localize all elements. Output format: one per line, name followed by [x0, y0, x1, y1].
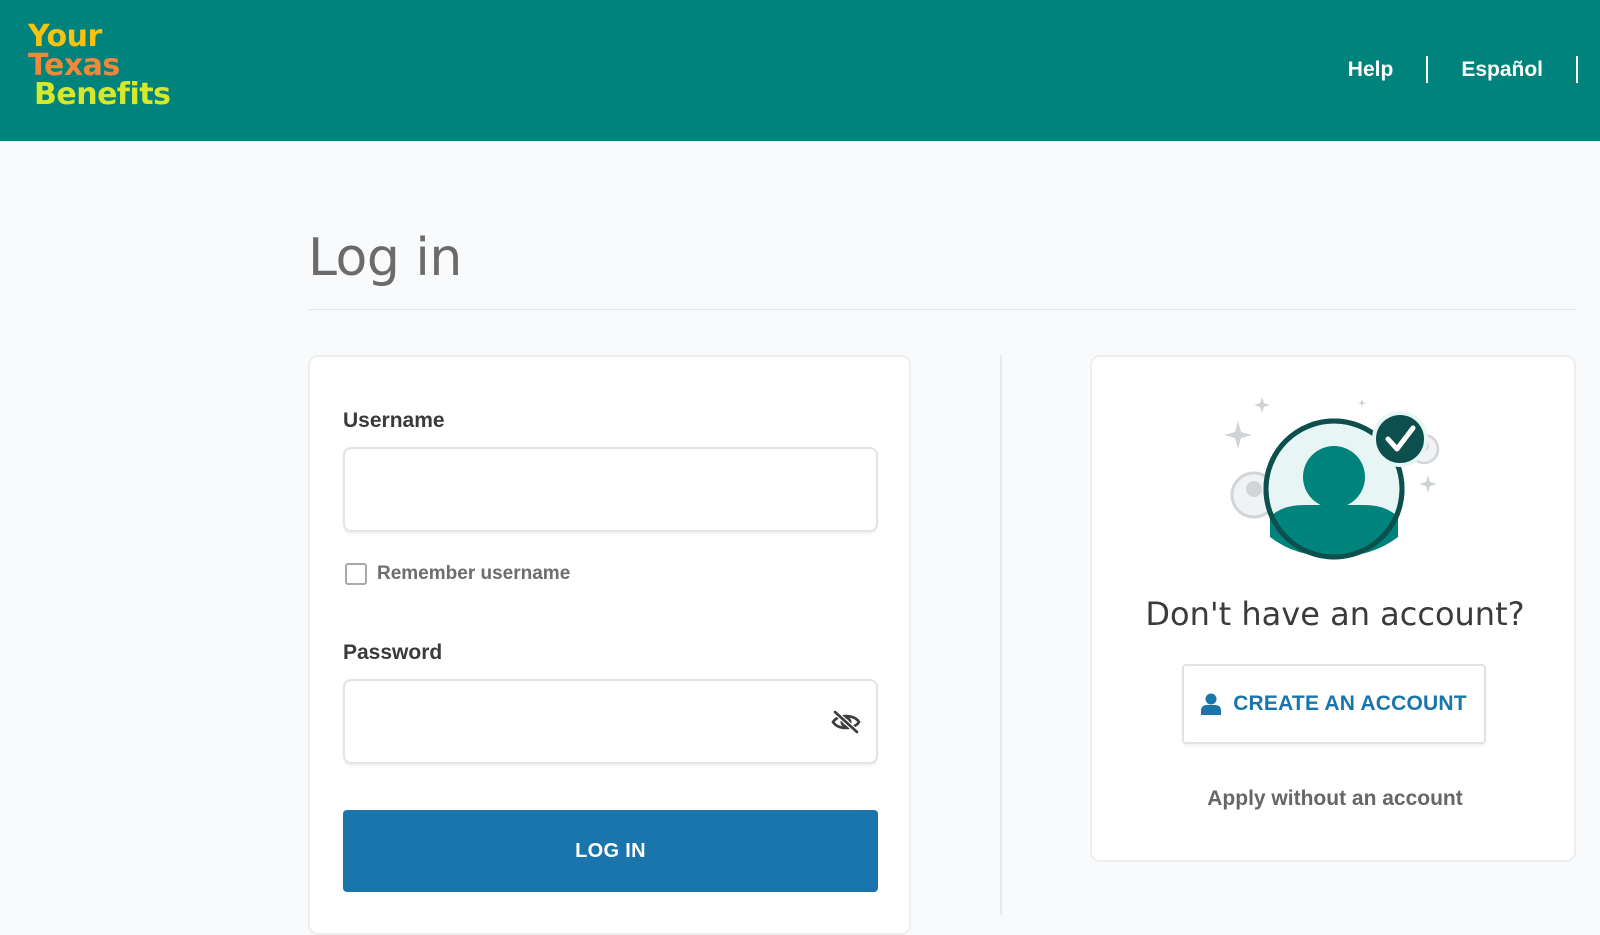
password-input[interactable]	[343, 679, 878, 764]
create-account-button[interactable]: CREATE AN ACCOUNT	[1182, 664, 1486, 744]
apply-without-account-link[interactable]: Apply without an account	[1092, 787, 1578, 811]
espanol-link[interactable]: Español	[1461, 58, 1543, 82]
remember-username-label[interactable]: Remember username	[377, 563, 570, 585]
remember-username-row[interactable]: Remember username	[345, 563, 570, 585]
login-card: Username Remember username Password LOG …	[308, 355, 911, 935]
password-label: Password	[343, 641, 443, 664]
site-header: Your Texas Benefits Help Español	[0, 0, 1600, 141]
login-button[interactable]: LOG IN	[343, 810, 878, 892]
header-nav: Help Español	[1348, 56, 1578, 83]
title-divider	[308, 309, 1576, 310]
logo-line-benefits: Benefits	[34, 77, 171, 112]
create-account-label: CREATE AN ACCOUNT	[1233, 692, 1467, 715]
eye-slash-icon[interactable]	[830, 708, 862, 736]
help-link[interactable]: Help	[1348, 58, 1394, 82]
user-icon	[1201, 693, 1222, 715]
logo-line-your: Your	[28, 19, 102, 54]
create-account-card: Don't have an account? CREATE AN ACCOUNT…	[1090, 355, 1576, 862]
username-label: Username	[343, 409, 445, 432]
page-title: Log in	[308, 228, 462, 288]
nav-divider	[1426, 56, 1429, 83]
no-account-heading: Don't have an account?	[1145, 595, 1525, 633]
username-input[interactable]	[343, 447, 878, 532]
nav-divider	[1576, 56, 1578, 83]
vertical-divider	[1000, 355, 1002, 915]
your-texas-benefits-logo[interactable]: Your Texas Benefits	[28, 19, 171, 112]
verified-user-icon	[1224, 397, 1440, 560]
remember-username-checkbox[interactable]	[345, 563, 367, 585]
logo-line-texas: Texas	[28, 48, 120, 83]
